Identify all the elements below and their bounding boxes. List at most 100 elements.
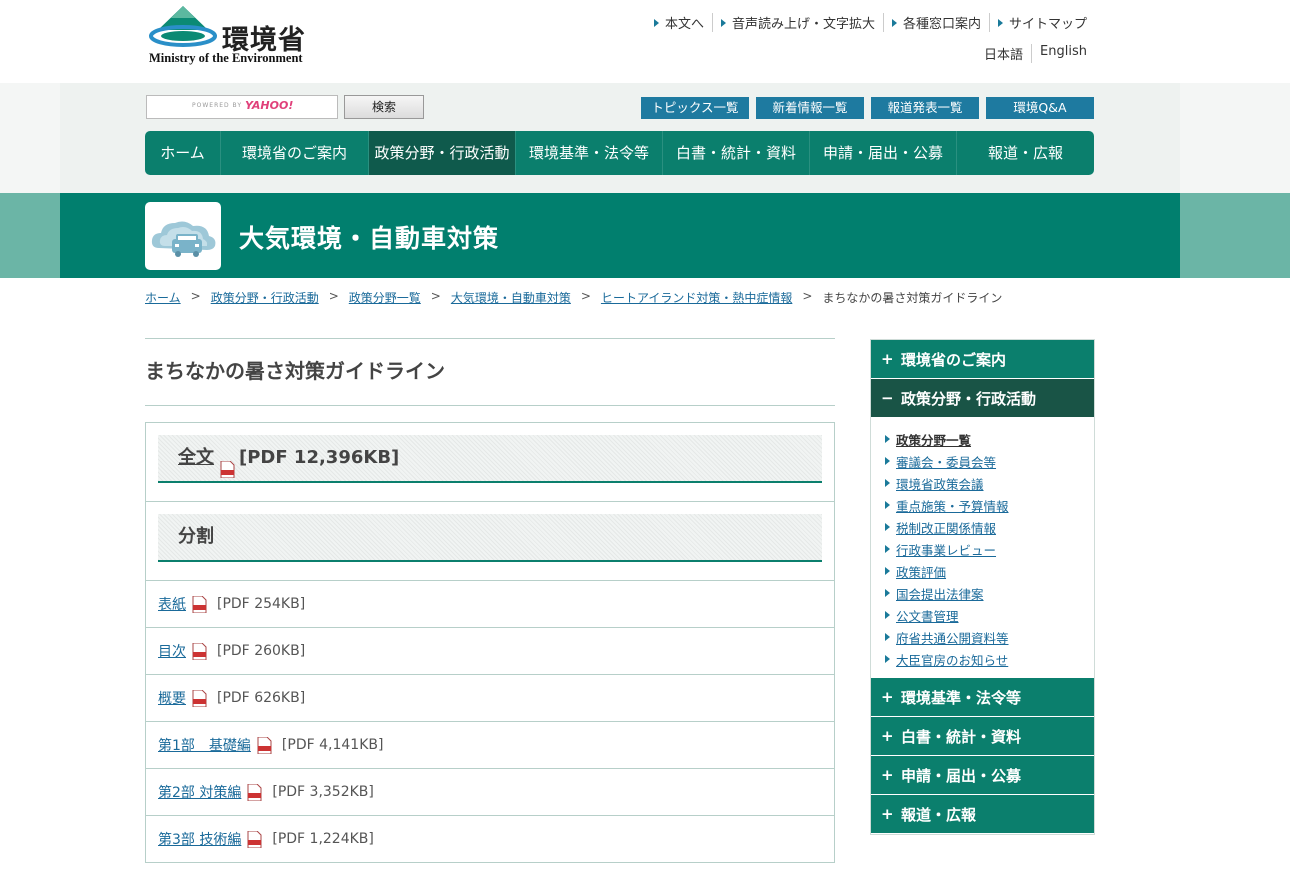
nav-standards[interactable]: 環境基準・法令等 [516, 131, 663, 175]
util-link-skip[interactable]: 本文へ [646, 13, 712, 32]
document-list: 表紙 [PDF 254KB] 目次 [PDF 260KB] 概要 [PDF 62… [146, 581, 834, 863]
full-text-link[interactable]: 全文 [178, 435, 214, 481]
doc-link-part2[interactable]: 第2部 対策編 [158, 782, 241, 802]
submenu-link-records[interactable]: 公文書管理 [896, 606, 959, 625]
search-button[interactable]: 検索 [344, 95, 424, 119]
doc-link-part1[interactable]: 第1部 基礎編 [158, 735, 251, 755]
nav-about[interactable]: 環境省のご案内 [221, 131, 369, 175]
quick-link-press[interactable]: 報道発表一覧 [871, 97, 979, 119]
breadcrumb-separator: > [580, 289, 591, 303]
sidebar-item-whitepaper[interactable]: + 白書・統計・資料 [871, 717, 1094, 756]
triangle-icon [885, 611, 890, 619]
submenu-link-policy-meeting[interactable]: 環境省政策会議 [896, 474, 984, 493]
submenu-link-tax[interactable]: 税制改正関係情報 [896, 518, 996, 537]
triangle-icon [885, 589, 890, 597]
logo-english: Ministry of the Environment [149, 51, 303, 65]
doc-size: [PDF 1,224KB] [272, 831, 374, 847]
full-text-size: [PDF 12,396KB] [239, 447, 400, 468]
nav-press[interactable]: 報道・広報 [957, 131, 1094, 175]
search-input[interactable]: POWERED BY YAHOO! [146, 95, 338, 119]
doc-size: [PDF 3,352KB] [272, 784, 374, 800]
pdf-icon [257, 736, 272, 754]
submenu-link-policy-list[interactable]: 政策分野一覧 [896, 430, 971, 449]
pdf-icon [247, 830, 262, 848]
lang-japanese[interactable]: 日本語 [976, 44, 1031, 63]
category-icon-box [145, 202, 221, 270]
breadcrumb-link-home[interactable]: ホーム [145, 289, 181, 306]
sidebar-item-applications[interactable]: + 申請・届出・公募 [871, 756, 1094, 795]
nav-policy[interactable]: 政策分野・行政活動 [369, 131, 516, 175]
quick-link-news[interactable]: 新着情報一覧 [756, 97, 864, 119]
plus-icon: + [881, 727, 894, 745]
sidebar-item-standards[interactable]: + 環境基準・法令等 [871, 678, 1094, 717]
doc-link-toc[interactable]: 目次 [158, 641, 186, 661]
sidebar-item-label: 環境省のご案内 [901, 350, 1007, 369]
triangle-icon [885, 479, 890, 487]
list-item: 第1部 基礎編 [PDF 4,141KB] [146, 722, 834, 769]
document-box: 全文 [PDF 12,396KB] 分割 表紙 [PDF 254KB] 目次 [… [145, 422, 835, 863]
breadcrumb-separator: > [190, 289, 201, 303]
breadcrumb-link-air[interactable]: 大気環境・自動車対策 [451, 289, 571, 306]
submenu-item: 政策評価 [885, 560, 1094, 582]
breadcrumb-separator: > [430, 289, 441, 303]
sidebar-item-press[interactable]: + 報道・広報 [871, 795, 1094, 834]
plus-icon: + [881, 805, 894, 823]
breadcrumb-link-policy[interactable]: 政策分野・行政活動 [211, 289, 319, 306]
logo-mark-icon [149, 6, 217, 47]
plus-icon: + [881, 688, 894, 706]
util-link-voice[interactable]: 音声読み上げ・文字拡大 [711, 13, 883, 32]
doc-size: [PDF 626KB] [217, 690, 306, 706]
submenu-link-notices[interactable]: 大臣官房のお知らせ [896, 650, 1008, 669]
submenu-item: 重点施策・予算情報 [885, 494, 1094, 516]
sidebar-item-label: 環境基準・法令等 [901, 688, 1022, 707]
pdf-icon [192, 642, 207, 660]
submenu-link-councils[interactable]: 審議会・委員会等 [896, 452, 996, 471]
sidebar-submenu: 政策分野一覧 審議会・委員会等 環境省政策会議 重点施策・予算情報 税制改正関係… [871, 418, 1094, 678]
main-content: まちなかの暑さ対策ガイドライン 全文 [PDF 12,396KB] 分割 表紙 … [145, 338, 835, 863]
submenu-link-review[interactable]: 行政事業レビュー [896, 540, 996, 559]
util-link-contact[interactable]: 各種窓口案内 [882, 13, 989, 32]
quick-link-qa[interactable]: 環境Q&A [986, 97, 1094, 119]
doc-link-part3[interactable]: 第3部 技術編 [158, 829, 241, 849]
doc-link-summary[interactable]: 概要 [158, 688, 186, 708]
submenu-link-bills[interactable]: 国会提出法律案 [896, 584, 984, 603]
submenu-link-evaluation[interactable]: 政策評価 [896, 562, 946, 581]
pdf-icon [192, 595, 207, 613]
nav-home[interactable]: ホーム [145, 131, 221, 175]
breadcrumb: ホーム > 政策分野・行政活動 > 政策分野一覧 > 大気環境・自動車対策 > … [145, 289, 1002, 306]
quick-link-topics[interactable]: トピックス一覧 [641, 97, 749, 119]
sidebar-item-about[interactable]: + 環境省のご案内 [871, 340, 1094, 379]
list-item: 第3部 技術編 [PDF 1,224KB] [146, 816, 834, 863]
site-logo[interactable]: 環境省 Ministry of the Environment [148, 4, 323, 68]
triangle-icon [885, 545, 890, 553]
breadcrumb-separator: > [328, 289, 339, 303]
triangle-icon [885, 501, 890, 509]
triangle-icon [885, 633, 890, 641]
list-item: 目次 [PDF 260KB] [146, 628, 834, 675]
submenu-item: 税制改正関係情報 [885, 516, 1094, 538]
category-band [60, 193, 1180, 278]
triangle-icon [653, 18, 659, 27]
util-link-sitemap[interactable]: サイトマップ [988, 13, 1095, 32]
language-switcher: 日本語 English [976, 44, 1095, 63]
triangle-icon [720, 18, 726, 27]
submenu-item: 政策分野一覧 [885, 428, 1094, 450]
breadcrumb-link-policy-list[interactable]: 政策分野一覧 [349, 289, 421, 306]
submenu-link-budget[interactable]: 重点施策・予算情報 [896, 496, 1009, 515]
submenu-item: 大臣官房のお知らせ [885, 648, 1094, 670]
triangle-icon [885, 523, 890, 531]
submenu-item: 公文書管理 [885, 604, 1094, 626]
breadcrumb-link-heat[interactable]: ヒートアイランド対策・熱中症情報 [601, 289, 792, 306]
page-title: まちなかの暑さ対策ガイドライン [145, 338, 835, 406]
pdf-icon [192, 689, 207, 707]
triangle-icon [885, 435, 890, 443]
nav-whitepaper[interactable]: 白書・統計・資料 [663, 131, 810, 175]
submenu-link-public-docs[interactable]: 府省共通公開資料等 [896, 628, 1009, 647]
lang-english[interactable]: English [1031, 44, 1095, 63]
breadcrumb-current: まちなかの暑さ対策ガイドライン [822, 291, 1003, 305]
sidebar-item-label: 政策分野・行政活動 [901, 389, 1037, 408]
triangle-icon [885, 567, 890, 575]
nav-applications[interactable]: 申請・届出・公募 [810, 131, 957, 175]
sidebar-item-policy[interactable]: − 政策分野・行政活動 [871, 379, 1094, 418]
doc-link-cover[interactable]: 表紙 [158, 594, 186, 614]
